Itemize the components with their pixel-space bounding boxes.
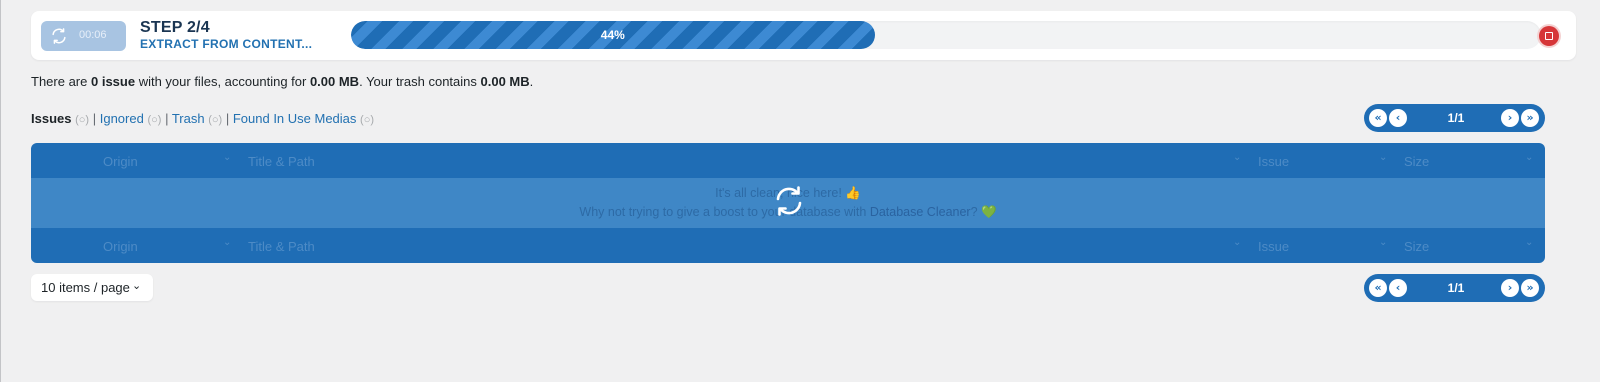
left-border xyxy=(0,0,1,382)
table-header: Origin ⌄ Title & Path ⌄ Issue ⌄ Size ⌄ xyxy=(31,143,1545,178)
filter-found-in-use[interactable]: Found In Use Medias xyxy=(233,111,357,126)
loading-spinner-icon xyxy=(776,186,802,216)
first-page-button[interactable]: « xyxy=(1369,109,1387,127)
summary-text: There are 0 issue with your files, accou… xyxy=(31,74,533,89)
trash-size: 0.00 MB xyxy=(480,74,530,89)
column-origin[interactable]: Origin xyxy=(103,239,138,254)
prev-page-button[interactable]: ‹ xyxy=(1389,279,1407,297)
column-size[interactable]: Size xyxy=(1404,239,1429,254)
page-indicator: 1/1 xyxy=(1447,111,1465,125)
timer-button[interactable]: 00:06 xyxy=(41,21,126,51)
filter-trash[interactable]: Trash xyxy=(172,111,205,126)
next-page-button[interactable]: › xyxy=(1501,109,1519,127)
pagination-top: « ‹ 1/1 › » xyxy=(1364,104,1545,132)
column-title-path[interactable]: Title & Path xyxy=(248,239,315,254)
empty-suggestion-suffix: ? 💚 xyxy=(970,205,997,219)
empty-suggestion-prefix: Why not trying to give a boost to your d… xyxy=(579,205,870,219)
step-subtitle: EXTRACT FROM CONTENT... xyxy=(140,37,313,51)
summary-middle: with your files, accounting for xyxy=(135,74,310,89)
next-page-button[interactable]: › xyxy=(1501,279,1519,297)
last-page-button[interactable]: » xyxy=(1521,109,1539,127)
filter-ignored[interactable]: Ignored xyxy=(100,111,144,126)
table-footer: Origin ⌄ Title & Path ⌄ Issue ⌄ Size ⌄ xyxy=(31,228,1545,263)
comment-bubble-icon: (○) xyxy=(208,114,223,126)
chevron-down-icon[interactable]: ⌄ xyxy=(1379,152,1391,164)
items-per-page-value: 10 items / page xyxy=(41,280,130,295)
items-per-page-select[interactable]: 10 items / page ⌄ xyxy=(31,274,153,301)
prev-page-button[interactable]: ‹ xyxy=(1389,109,1407,127)
chevron-down-icon[interactable]: ⌄ xyxy=(1525,237,1537,249)
progress-bar: 44% xyxy=(351,21,1541,49)
chevron-down-icon[interactable]: ⌄ xyxy=(223,237,235,249)
summary-middle2: . Your trash contains xyxy=(359,74,481,89)
progress-panel: 00:06 STEP 2/4 EXTRACT FROM CONTENT... 4… xyxy=(31,11,1576,60)
filter-links: Issues (○) | Ignored (○) | Trash (○) | F… xyxy=(31,111,374,126)
timer-value: 00:06 xyxy=(79,29,107,41)
chevron-down-icon[interactable]: ⌄ xyxy=(223,152,235,164)
column-origin[interactable]: Origin xyxy=(103,154,138,169)
database-cleaner-link[interactable]: Database Cleaner xyxy=(870,205,971,219)
summary-prefix: There are xyxy=(31,74,91,89)
chevron-down-icon[interactable]: ⌄ xyxy=(1525,152,1537,164)
comment-bubble-icon: (○) xyxy=(75,114,90,126)
last-page-button[interactable]: » xyxy=(1521,279,1539,297)
step-title: STEP 2/4 xyxy=(140,19,210,36)
filter-separator: | xyxy=(165,111,169,126)
pagination-bottom: « ‹ 1/1 › » xyxy=(1364,274,1545,302)
comment-bubble-icon: (○) xyxy=(360,114,375,126)
chevron-down-icon: ⌄ xyxy=(132,279,142,292)
column-issue[interactable]: Issue xyxy=(1258,239,1289,254)
chevron-down-icon[interactable]: ⌄ xyxy=(1233,152,1245,164)
page-indicator: 1/1 xyxy=(1447,281,1465,295)
summary-suffix: . xyxy=(529,74,534,89)
chevron-down-icon[interactable]: ⌄ xyxy=(1233,237,1245,249)
stop-button[interactable] xyxy=(1539,26,1559,46)
column-title-path[interactable]: Title & Path xyxy=(248,154,315,169)
comment-bubble-icon: (○) xyxy=(147,114,162,126)
chevron-down-icon[interactable]: ⌄ xyxy=(1379,237,1391,249)
filter-separator: | xyxy=(92,111,97,126)
table-body-loading: It's all clean, nice here! 👍 Why not try… xyxy=(31,178,1545,228)
column-issue[interactable]: Issue xyxy=(1258,154,1289,169)
progress-bar-fill: 44% xyxy=(351,21,875,49)
media-table: Origin ⌄ Title & Path ⌄ Issue ⌄ Size ⌄ I… xyxy=(31,143,1545,263)
column-size[interactable]: Size xyxy=(1404,154,1429,169)
files-size: 0.00 MB xyxy=(309,74,360,89)
first-page-button[interactable]: « xyxy=(1369,279,1387,297)
refresh-icon xyxy=(52,28,66,44)
filter-issues[interactable]: Issues xyxy=(31,111,71,126)
issue-count: 0 issue xyxy=(90,74,136,89)
progress-percent: 44% xyxy=(600,28,625,42)
filter-separator: | xyxy=(225,111,230,126)
